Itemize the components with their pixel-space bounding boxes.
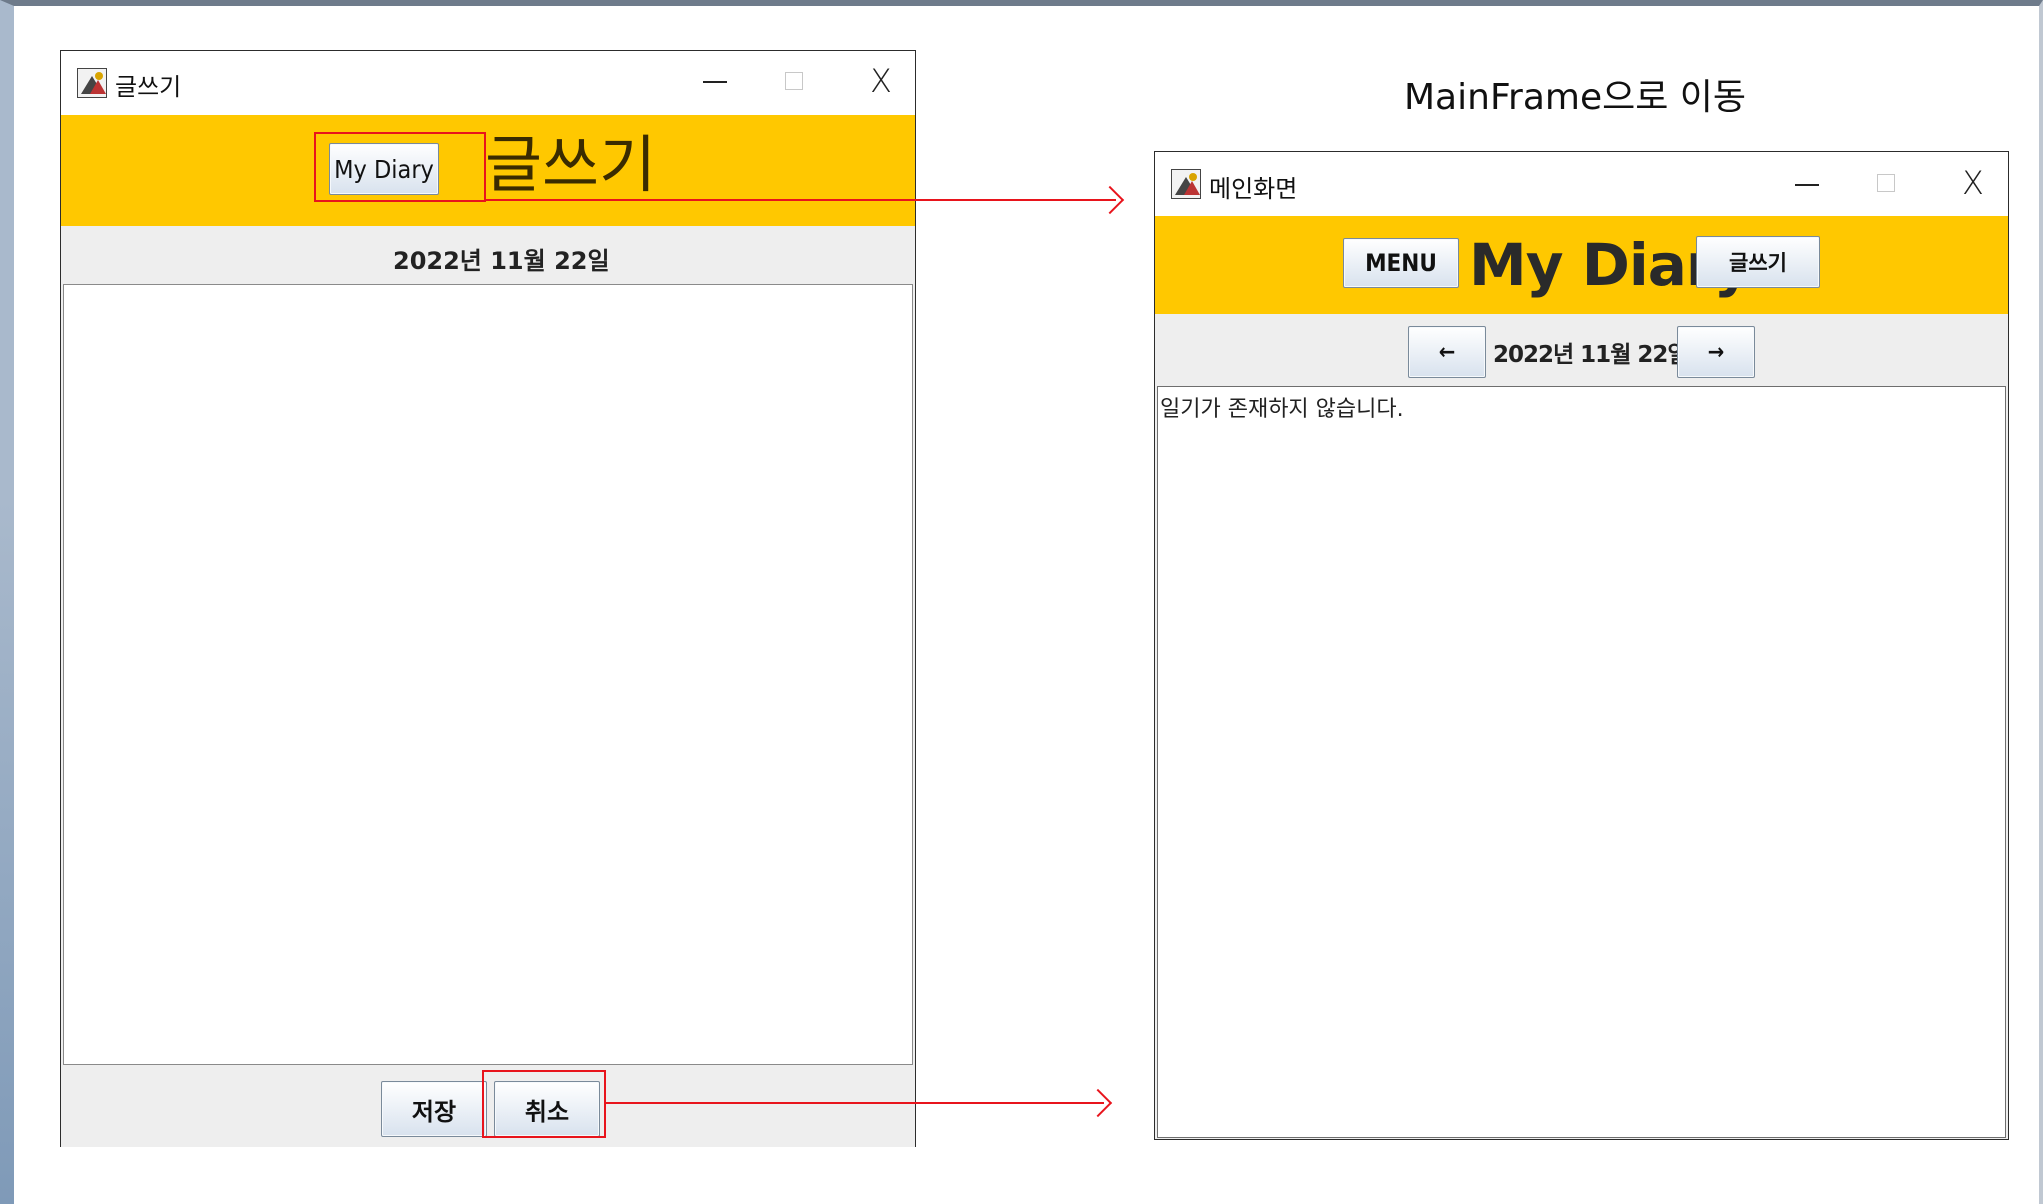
maximize-icon[interactable] — [1877, 174, 1895, 192]
write-heading: 글쓰기 — [485, 128, 657, 201]
next-day-button[interactable]: → — [1677, 326, 1755, 378]
maximize-icon[interactable] — [785, 72, 803, 90]
minimize-icon[interactable] — [697, 81, 733, 85]
main-window-titlebar: 메인화면 X — [1155, 152, 2008, 216]
highlight-cancel-button — [482, 1070, 606, 1138]
close-icon[interactable]: X — [1953, 167, 1993, 199]
save-button[interactable]: 저장 — [381, 1081, 487, 1137]
main-window: 메인화면 X MENU My Diary 글쓰기 ← 2022년 11월 22일… — [1154, 151, 2009, 1140]
arrow-line-top — [486, 199, 1116, 201]
write-date-label: 2022년 11월 22일 — [393, 247, 610, 275]
write-window: 글쓰기 X My Diary 글쓰기 2022년 11월 22일 저장 취소 — [60, 50, 916, 1147]
write-button[interactable]: 글쓰기 — [1696, 236, 1820, 288]
main-header: MENU My Diary 글쓰기 — [1155, 216, 2008, 314]
java-app-icon — [77, 68, 107, 98]
write-window-title: 글쓰기 — [115, 73, 182, 101]
java-app-icon — [1171, 169, 1201, 199]
diary-text-area[interactable] — [63, 284, 913, 1065]
write-window-titlebar: 글쓰기 X — [61, 51, 915, 115]
main-window-title: 메인화면 — [1209, 175, 1298, 203]
diary-empty-message: 일기가 존재하지 않습니다. — [1160, 397, 1404, 422]
menu-button[interactable]: MENU — [1343, 238, 1459, 288]
write-header: My Diary 글쓰기 — [61, 115, 915, 226]
write-date-row: 2022년 11월 22일 — [61, 226, 915, 284]
annotation-caption: MainFrame으로 이동 — [1404, 77, 1747, 118]
diary-content-area: 일기가 존재하지 않습니다. — [1157, 386, 2006, 1138]
minimize-icon[interactable] — [1789, 184, 1825, 188]
main-nav-row: ← 2022년 11월 22일 → — [1155, 314, 2008, 386]
prev-day-button[interactable]: ← — [1408, 326, 1486, 378]
slide-edge — [0, 500, 14, 1204]
close-icon[interactable]: X — [861, 65, 901, 97]
arrow-line-bottom — [606, 1102, 1104, 1104]
highlight-my-diary-button — [314, 132, 486, 202]
main-date-label: 2022년 11월 22일 — [1493, 342, 1689, 368]
